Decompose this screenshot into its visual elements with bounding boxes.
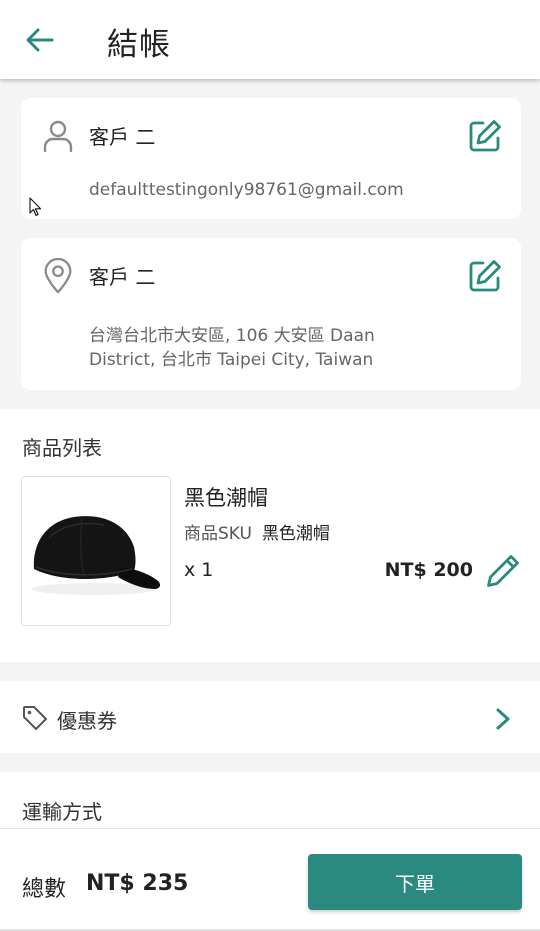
tag-icon	[23, 706, 47, 730]
checkout-footer: 總數 NT$ 235 下單	[0, 828, 540, 931]
location-pin-icon	[44, 258, 72, 294]
coupon-label: 優惠券	[57, 709, 117, 733]
product-name: 黑色潮帽	[184, 486, 268, 510]
product-image	[21, 476, 171, 626]
address-recipient-name: 客戶 二	[89, 265, 156, 289]
total-amount: NT$ 235	[86, 871, 189, 896]
address-line-1: 台灣台北市大安區, 106 大安區 Daan	[89, 326, 375, 346]
product-price: NT$ 200	[384, 559, 473, 581]
checkout-screen: 結帳 客戶 二 defaulttestingonly98761@gmail.co…	[0, 0, 540, 931]
page-title: 結帳	[107, 27, 171, 63]
edit-address-button[interactable]	[467, 258, 503, 294]
sku-value: 黑色潮帽	[261, 524, 330, 544]
arrow-left-icon	[26, 28, 54, 52]
product-quantity: x 1	[184, 559, 214, 581]
sku-label: 商品SKU	[184, 524, 252, 544]
person-icon	[43, 120, 73, 153]
cap-image	[32, 516, 161, 595]
shipping-title: 運輸方式	[22, 800, 102, 824]
edit-product-button[interactable]	[486, 552, 522, 588]
place-order-button[interactable]: 下單	[308, 854, 522, 910]
app-bar: 結帳	[0, 0, 540, 79]
mouse-pointer-icon	[29, 197, 42, 217]
edit-customer-button[interactable]	[467, 118, 503, 154]
product-list-section: 商品列表 黑色潮帽 商品SKU 黑色潮帽 x 1 NT$ 200	[0, 409, 540, 662]
back-button[interactable]	[22, 22, 58, 58]
customer-card: 客戶 二 defaulttestingonly98761@gmail.com	[21, 98, 521, 219]
chevron-right-icon	[496, 708, 510, 730]
customer-email: defaulttestingonly98761@gmail.com	[89, 180, 404, 200]
coupon-row[interactable]: 優惠券	[0, 681, 540, 753]
address-line-2: District, 台北市 Taipei City, Taiwan	[89, 350, 374, 370]
total-label: 總數	[22, 877, 67, 902]
product-sku: 商品SKU 黑色潮帽	[184, 519, 330, 544]
customer-name: 客戶 二	[89, 125, 156, 149]
address-card: 客戶 二 台灣台北市大安區, 106 大安區 Daan District, 台北…	[21, 238, 521, 390]
product-list-title: 商品列表	[22, 436, 102, 460]
